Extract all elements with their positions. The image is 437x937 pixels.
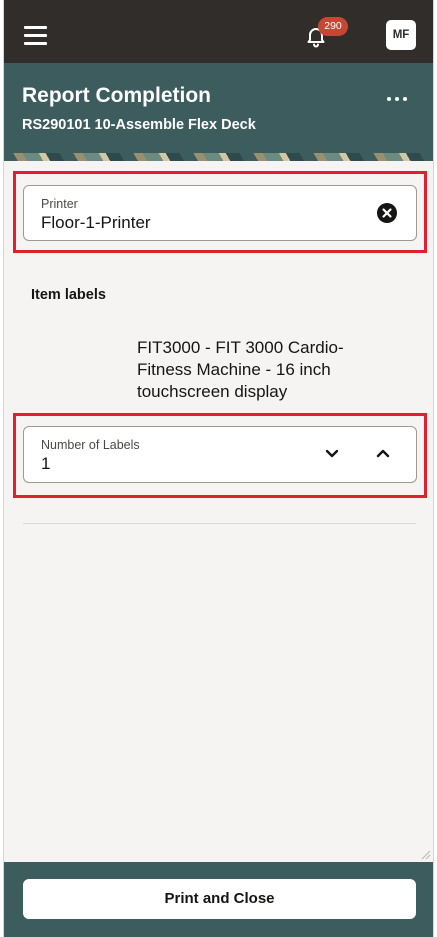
- section-divider: [23, 523, 416, 524]
- more-options-icon[interactable]: [384, 89, 410, 109]
- notification-count-badge[interactable]: 290: [318, 17, 348, 36]
- number-of-labels-stepper[interactable]: Number of Labels 1: [23, 426, 417, 483]
- printer-field-value[interactable]: Floor-1-Printer: [41, 213, 151, 233]
- item-description: FIT3000 - FIT 3000 Cardio-Fitness Machin…: [137, 338, 344, 401]
- number-of-labels-value[interactable]: 1: [41, 454, 50, 474]
- page-subtitle: RS290101 10-Assemble Flex Deck: [22, 117, 256, 133]
- print-and-close-button[interactable]: Print and Close: [23, 879, 416, 919]
- app-frame: 290 MF Report Completion RS290101 10-Ass…: [3, 0, 434, 937]
- chevron-up-icon[interactable]: [372, 442, 394, 464]
- top-bar: 290 MF: [4, 0, 433, 63]
- number-of-labels-label: Number of Labels: [41, 438, 140, 452]
- chevron-down-icon[interactable]: [321, 442, 343, 464]
- printer-field-label: Printer: [41, 197, 78, 211]
- page-header: Report Completion RS290101 10-Assemble F…: [4, 63, 433, 153]
- printer-field[interactable]: Printer Floor-1-Printer: [23, 185, 417, 241]
- resize-grip-icon[interactable]: [419, 847, 431, 860]
- user-avatar[interactable]: MF: [386, 20, 416, 50]
- page-title: Report Completion: [22, 84, 211, 107]
- footer-bar: Print and Close: [4, 862, 433, 937]
- item-labels-heading: Item labels: [31, 287, 106, 303]
- decorative-header-pattern: [4, 153, 433, 161]
- clear-circle-icon[interactable]: [377, 203, 397, 223]
- hamburger-menu-icon[interactable]: [24, 26, 48, 46]
